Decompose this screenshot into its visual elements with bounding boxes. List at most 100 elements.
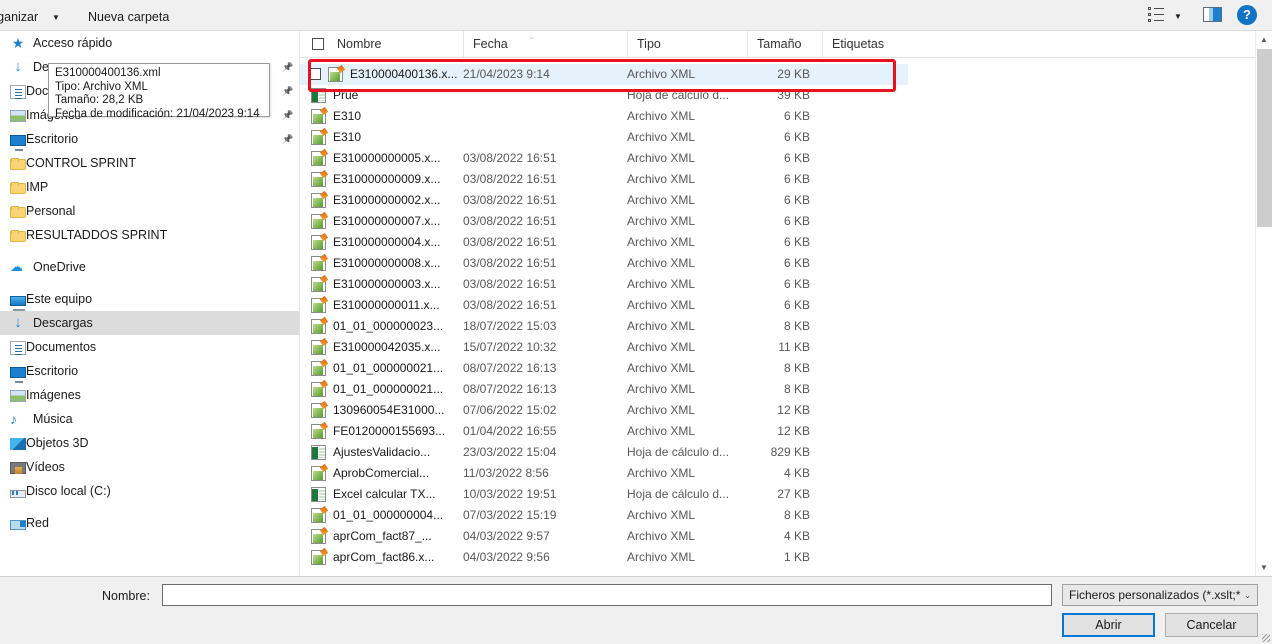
desktop-icon <box>10 134 26 151</box>
table-row[interactable]: aprCom_fact86.x... 04/03/2022 9:56 Archivo… <box>300 547 1258 568</box>
sidebar-item-imp[interactable]: IMP <box>0 175 299 199</box>
cell-type: Archivo XML <box>627 550 696 564</box>
table-row[interactable]: E310000000008.x... 03/08/2022 16:51 Archiv… <box>300 253 1258 274</box>
cell-size: 4 KB <box>783 466 810 480</box>
sidebar-item-este-equipo[interactable]: Este equipo <box>0 287 299 311</box>
table-row[interactable]: E310000000011.x... 03/08/2022 16:51 Archiv… <box>300 295 1258 316</box>
table-row[interactable]: E310 Archivo XML 6 KB <box>300 127 1258 148</box>
table-row[interactable]: E310 Archivo XML 6 KB <box>300 106 1258 127</box>
cell-type: Archivo XML <box>627 109 696 123</box>
file-type-filter-select[interactable]: Ficheros personalizados (*.xslt;* ⌄ <box>1062 584 1258 606</box>
file-list-region[interactable]: Nombre Fecha Tipo Tamaño Etiquetas ⌄ E31… <box>300 31 1258 576</box>
column-header-nombre[interactable]: Nombre <box>328 31 463 58</box>
file-type-filter-value: Ficheros personalizados (*.xslt;* <box>1069 588 1241 602</box>
xml-file-icon <box>311 361 326 376</box>
sidebar-item-red[interactable]: Red <box>0 511 299 535</box>
sidebar-item-objetos-3d[interactable]: Objetos 3D <box>0 431 299 455</box>
table-row[interactable]: 01_01_000000021... 08/07/2022 16:13 Archiv… <box>300 358 1258 379</box>
table-row[interactable]: E310000042035.x... 15/07/2022 10:32 Archiv… <box>300 337 1258 358</box>
column-header-etiquetas[interactable]: Etiquetas <box>822 31 908 58</box>
chevron-down-icon: ⌄ <box>1244 591 1251 600</box>
cell-name: E310000000008.x... <box>333 256 441 270</box>
cell-date: 04/03/2022 9:57 <box>463 529 550 543</box>
xml-file-icon <box>311 340 326 355</box>
cell-type: Archivo XML <box>627 382 696 396</box>
table-row[interactable]: 01_01_000000023... 18/07/2022 15:03 Archiv… <box>300 316 1258 337</box>
column-header-fecha[interactable]: Fecha <box>463 31 627 58</box>
open-button[interactable]: Abrir <box>1062 613 1155 637</box>
table-row[interactable]: E310000000002.x... 03/08/2022 16:51 Archiv… <box>300 190 1258 211</box>
cancel-button[interactable]: Cancelar <box>1165 613 1258 637</box>
xml-file-icon <box>311 424 326 439</box>
table-row[interactable]: 130960054E31000... 07/06/2022 15:02 Archiv… <box>300 400 1258 421</box>
scroll-down-icon[interactable]: ▼ <box>1256 559 1272 576</box>
column-header-tipo[interactable]: Tipo <box>627 31 747 58</box>
nueva-carpeta-button[interactable]: Nueva carpeta <box>88 10 169 24</box>
pin-icon[interactable]: 📌 <box>282 87 293 96</box>
cell-size: 8 KB <box>783 361 810 375</box>
xml-file-icon <box>311 172 326 187</box>
cell-date: 21/04/2023 9:14 <box>463 67 550 81</box>
scrollbar-thumb[interactable] <box>1257 49 1272 227</box>
filename-input[interactable] <box>162 584 1052 606</box>
xml-file-icon <box>311 277 326 292</box>
preview-pane-icon[interactable] <box>1203 7 1222 22</box>
cell-type: Archivo XML <box>627 130 696 144</box>
pin-icon[interactable]: 📌 <box>282 63 293 72</box>
table-row[interactable]: Prue Hoja de cálculo d... 39 KB <box>300 85 1258 106</box>
organizar-button[interactable]: rganizar <box>0 10 38 24</box>
sidebar-item-label: Imágenes <box>26 388 81 402</box>
vertical-scrollbar[interactable]: ▲ ▼ <box>1255 31 1272 576</box>
sidebar-item-descargas[interactable]: ↓ Descargas <box>0 311 299 335</box>
pin-icon[interactable]: 📌 <box>282 135 293 144</box>
table-row[interactable]: E310000000007.x... 03/08/2022 16:51 Archiv… <box>300 211 1258 232</box>
cell-name: E310000000011.x... <box>333 298 440 312</box>
sidebar-item-onedrive[interactable]: ☁ OneDrive <box>0 255 299 279</box>
table-row[interactable]: 01_01_000000021... 08/07/2022 16:13 Archiv… <box>300 379 1258 400</box>
sidebar-item-label: Documentos <box>26 340 97 354</box>
table-row[interactable]: E310000000005.x... 03/08/2022 16:51 Archiv… <box>300 148 1258 169</box>
table-row[interactable]: AjustesValidacio... 23/03/2022 15:04 Hoja … <box>300 442 1258 463</box>
download-icon: ↓ <box>14 314 22 331</box>
help-icon[interactable]: ? <box>1237 5 1257 25</box>
sidebar-item-label: Descargas <box>33 316 93 330</box>
table-row[interactable]: E310000000004.x... 03/08/2022 16:51 Archiv… <box>300 232 1258 253</box>
sidebar-item-resultaddos-sprint[interactable]: RESULTADDOS SPRINT <box>0 223 299 247</box>
sidebar-item-escritorio[interactable]: Escritorio <box>0 359 299 383</box>
select-all-checkbox[interactable] <box>312 38 324 50</box>
sidebar-item-personal[interactable]: Personal <box>0 199 299 223</box>
cell-type: Archivo XML <box>627 319 696 333</box>
cell-date: 07/06/2022 15:02 <box>463 403 557 417</box>
chevron-down-icon[interactable]: ▼ <box>52 13 60 22</box>
sidebar-item-im-genes[interactable]: Imágenes <box>0 383 299 407</box>
sidebar-item-documentos[interactable]: Documentos <box>0 335 299 359</box>
sidebar-item-label: IMP <box>26 180 49 194</box>
sidebar-item-m-sica[interactable]: ♪ Música <box>0 407 299 431</box>
table-row[interactable]: aprCom_fact87_... 04/03/2022 9:57 Archivo … <box>300 526 1258 547</box>
resize-handle[interactable] <box>1262 634 1270 642</box>
xml-file-icon <box>311 403 326 418</box>
table-row[interactable]: Excel calcular TX... 10/03/2022 19:51 Hoja… <box>300 484 1258 505</box>
sidebar-item-label: Objetos 3D <box>26 436 89 450</box>
column-header-tamano[interactable]: Tamaño <box>747 31 822 58</box>
table-row[interactable]: E310000400136.x... 21/04/2023 9:14 Archivo… <box>300 64 908 85</box>
table-row[interactable]: 01_01_000000004... 07/03/2022 15:19 Archiv… <box>300 505 1258 526</box>
sidebar-item-v-deos[interactable]: Vídeos <box>0 455 299 479</box>
pin-icon[interactable]: 📌 <box>282 111 293 120</box>
sidebar-item-control-sprint[interactable]: CONTROL SPRINT <box>0 151 299 175</box>
table-row[interactable]: E310000000009.x... 03/08/2022 16:51 Archiv… <box>300 169 1258 190</box>
pictures-icon <box>10 110 26 122</box>
table-row[interactable]: AprobComercial... 11/03/2022 8:56 Archivo … <box>300 463 1258 484</box>
scroll-up-icon[interactable]: ▲ <box>1256 31 1272 48</box>
chevron-down-icon[interactable]: ▼ <box>1174 12 1182 21</box>
cell-size: 6 KB <box>783 151 810 165</box>
table-row[interactable]: FE0120000155693... 01/04/2022 16:55 Archiv… <box>300 421 1258 442</box>
sidebar-item-label: Personal <box>26 204 76 218</box>
table-row[interactable]: E310000000003.x... 03/08/2022 16:51 Archiv… <box>300 274 1258 295</box>
sidebar-item-escritorio[interactable]: Escritorio 📌 <box>0 127 299 151</box>
view-options-icon[interactable] <box>1148 7 1168 23</box>
cell-date <box>463 106 563 127</box>
sidebar-item-disco-local-c[interactable]: Disco local (C:) <box>0 479 299 503</box>
sidebar-item-acceso-r-pido[interactable]: ★ Acceso rápido <box>0 31 299 55</box>
row-checkbox[interactable] <box>309 68 321 80</box>
